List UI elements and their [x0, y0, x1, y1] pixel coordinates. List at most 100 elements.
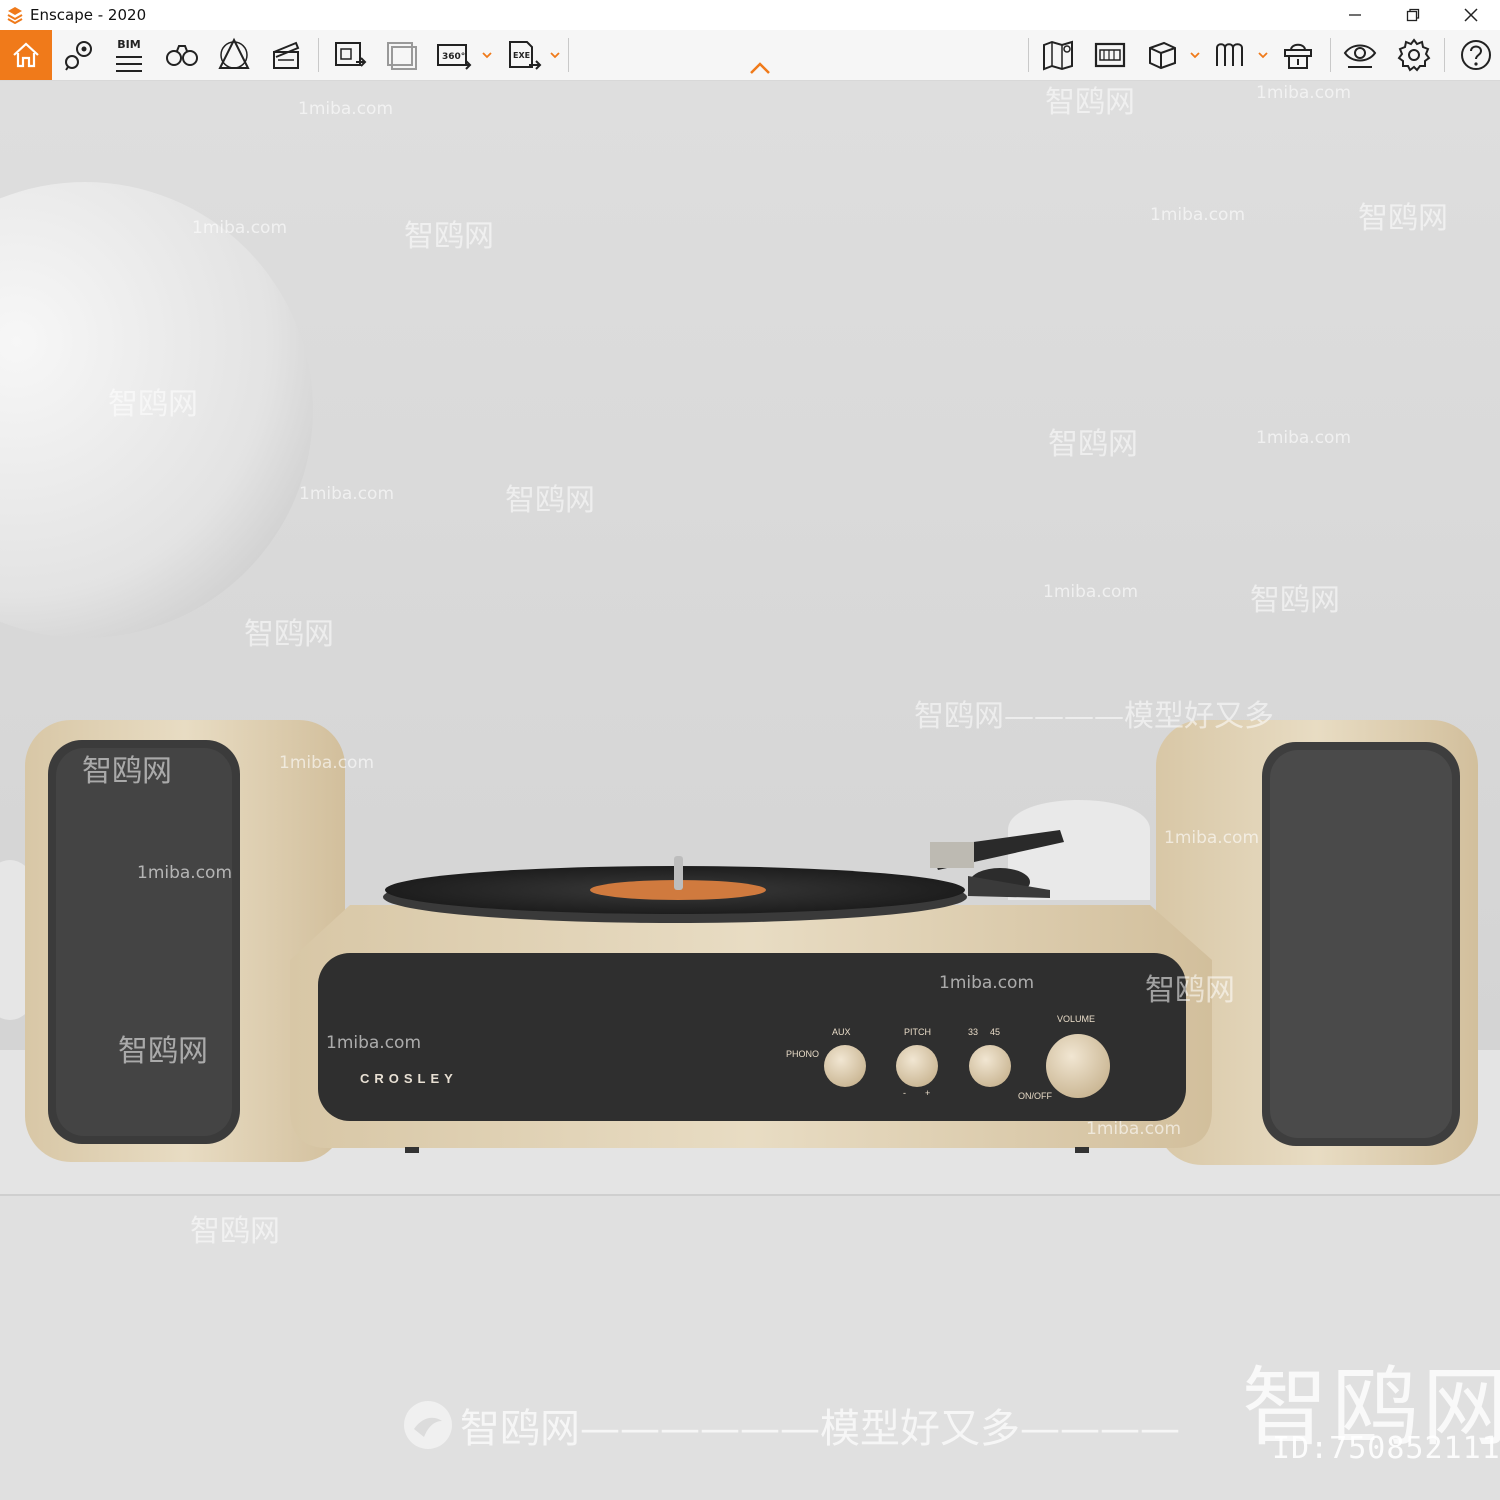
- watermark-site: 1miba.com: [1086, 1119, 1182, 1139]
- toolbar-separator: [1028, 38, 1029, 72]
- watermark-cn: 智鸥网: [118, 1034, 208, 1069]
- watermark-cn: 智鸥网: [244, 617, 334, 652]
- watermark-logo-icon: [404, 1401, 452, 1449]
- watermark-slogan: 智鸥网——————模型好又多————: [460, 1406, 1180, 1452]
- watermark-site: 1miba.com: [1043, 582, 1139, 602]
- phono-label: PHONO: [786, 1049, 820, 1059]
- toolbar-separator: [318, 38, 319, 72]
- watermark-site: 1miba.com: [326, 1033, 422, 1053]
- chevron-down-icon: [1258, 52, 1268, 59]
- vr-headset-icon: [1216, 43, 1243, 66]
- svg-text:EXE: EXE: [513, 51, 530, 60]
- pitch-minus-label: -: [903, 1088, 906, 1098]
- watermark-cn: 智鸥网: [108, 387, 198, 422]
- chevron-down-icon: [1190, 52, 1200, 59]
- asset-library-button[interactable]: [212, 30, 256, 80]
- enscape-logo-icon: [7, 7, 23, 24]
- video-editor-button[interactable]: [264, 30, 308, 80]
- batch-render-button[interactable]: [380, 30, 424, 80]
- volume-label: VOLUME: [1057, 1014, 1096, 1024]
- export-exe-icon: EXE: [509, 41, 542, 70]
- restore-button[interactable]: [1384, 0, 1442, 30]
- model-id-label: ID:750852111: [1272, 1431, 1500, 1466]
- settings-button[interactable]: [1392, 30, 1436, 80]
- asset-library-icon: [218, 37, 250, 69]
- minimize-icon: [1349, 14, 1361, 16]
- watermark-cn: 智鸥网: [1145, 973, 1235, 1008]
- clapperboard-icon: [273, 41, 300, 69]
- mode-button[interactable]: [1208, 30, 1252, 80]
- bim-button[interactable]: BIM: [108, 30, 150, 80]
- watermark-site: 1miba.com: [1256, 83, 1352, 103]
- cube-icon: [1149, 41, 1176, 70]
- watermark-site: 1miba.com: [298, 99, 394, 119]
- minimap-button[interactable]: [1036, 30, 1080, 80]
- panorama-dropdown[interactable]: [480, 30, 494, 80]
- binoculars-icon: [166, 45, 198, 66]
- pitch-label: PITCH: [904, 1027, 931, 1037]
- minimize-button[interactable]: [1326, 0, 1384, 30]
- watermark-slogan: 智鸥网————模型好又多: [914, 699, 1274, 734]
- watermark-cn: 智鸥网: [1250, 583, 1340, 618]
- collaboration-button[interactable]: [1276, 30, 1320, 80]
- watermark-cn: 智鸥网: [404, 219, 494, 254]
- svg-text:360°: 360°: [442, 52, 465, 62]
- aux-label: AUX: [832, 1027, 851, 1037]
- mode-dropdown[interactable]: [1256, 30, 1270, 80]
- watermark-site: 1miba.com: [1256, 428, 1352, 448]
- pitch-plus-label: +: [925, 1088, 931, 1098]
- onoff-label: ON/OFF: [1018, 1091, 1052, 1101]
- batch-render-icon: [387, 42, 417, 70]
- close-icon: [1464, 8, 1478, 22]
- map-pin-icon: [65, 41, 92, 71]
- toolbar-separator: [1330, 38, 1331, 72]
- views-button[interactable]: [58, 30, 100, 80]
- brand-logo-text: CROSLEY: [360, 1071, 458, 1086]
- cube-button[interactable]: [1142, 30, 1182, 80]
- render-image-button[interactable]: [328, 30, 372, 80]
- cube-dropdown[interactable]: [1188, 30, 1202, 80]
- watermark-cn: 智鸥网: [190, 1214, 280, 1249]
- watermark-cn: 智鸥网: [1358, 201, 1448, 236]
- binoculars-button[interactable]: [160, 30, 204, 80]
- home-icon: [13, 42, 39, 68]
- scene-render: [0, 81, 1500, 1500]
- export-dropdown[interactable]: [548, 30, 562, 80]
- help-icon: [1461, 40, 1491, 70]
- watermark-site: 1miba.com: [1164, 828, 1260, 848]
- atlas-button[interactable]: [1088, 30, 1132, 80]
- toolbar: BIM 360° EXE: [0, 30, 1500, 81]
- toolbar-separator: [568, 38, 569, 72]
- bim-label: BIM: [117, 38, 141, 51]
- people-icon: [1284, 43, 1312, 69]
- panorama-button[interactable]: 360°: [434, 30, 474, 80]
- watermark-site: 1miba.com: [299, 484, 395, 504]
- render-image-icon: [335, 42, 367, 67]
- map-icon: [1043, 40, 1073, 71]
- help-button[interactable]: [1454, 30, 1498, 80]
- watermark-site: 1miba.com: [279, 753, 375, 773]
- watermark-cn: 智鸥网: [505, 483, 595, 518]
- toolbar-separator: [1444, 38, 1445, 72]
- render-viewport[interactable]: CROSLEY PHONO AUX PITCH - + 33 45 VOLUME…: [0, 81, 1500, 1500]
- watermark-site: 1miba.com: [1150, 205, 1246, 225]
- home-button[interactable]: [0, 30, 52, 80]
- visual-settings-button[interactable]: [1338, 30, 1382, 80]
- restore-icon: [1406, 8, 1420, 22]
- title-bar: Enscape - 2020: [0, 0, 1500, 30]
- speed-33-label: 33: [968, 1027, 979, 1037]
- watermark-cn: 智鸥网: [82, 754, 172, 789]
- window-title: Enscape - 2020: [30, 6, 147, 24]
- chevron-down-icon: [482, 52, 492, 59]
- bottom-watermark: 智鸥网——————模型好又多————: [402, 1396, 1180, 1454]
- collapse-toolbar-icon[interactable]: [748, 58, 772, 78]
- watermark-cn: 智鸥网: [1048, 427, 1138, 462]
- chevron-down-icon: [550, 52, 560, 59]
- close-button[interactable]: [1442, 0, 1500, 30]
- watermark-site: 1miba.com: [939, 973, 1035, 993]
- panorama-360-icon: 360°: [437, 44, 472, 70]
- atlas-icon: [1094, 42, 1126, 68]
- watermark-site: 1miba.com: [137, 863, 233, 883]
- eye-icon: [1343, 44, 1377, 68]
- export-exe-button[interactable]: EXE: [502, 30, 546, 80]
